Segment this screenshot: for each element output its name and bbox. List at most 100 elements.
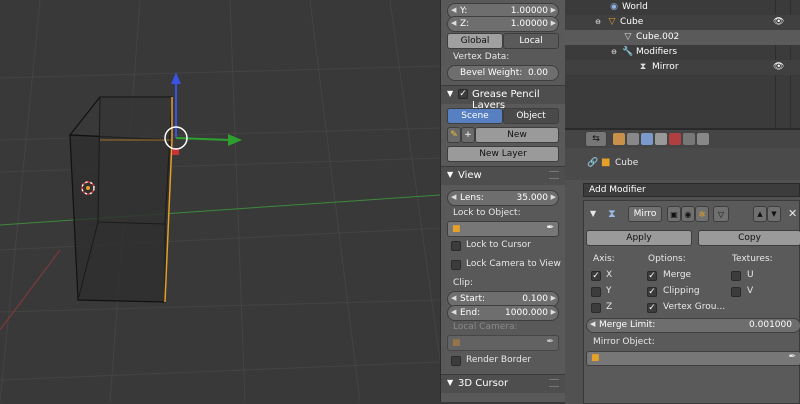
axis-x-label: X [606,270,613,280]
cube-object[interactable] [68,96,173,303]
decrement-icon[interactable]: ◀ [451,308,456,316]
expand-circle-icon[interactable]: ⊖ [609,47,619,57]
texture-u-checkbox[interactable] [731,271,741,281]
add-modifier-dropdown[interactable]: Add Modifier [583,183,800,197]
panel-title: View [458,170,482,181]
editor-type-icon[interactable]: ⇆ [585,131,607,147]
scene-tab-icon[interactable] [627,133,639,145]
material-tab-icon[interactable] [669,133,681,145]
physics-tab-icon[interactable] [697,133,709,145]
field-value: 35.000 [516,193,549,203]
lock-object-field[interactable]: ■ ✒ [447,221,559,237]
pencil-icon[interactable]: ✎ [447,127,461,143]
axis-y-checkbox[interactable] [591,287,601,297]
axis-z-checkbox[interactable] [591,303,601,313]
collapse-triangle-icon[interactable]: ▼ [590,209,596,218]
outliner-label: Cube.002 [636,32,680,42]
axis-label: Axis: [593,254,615,264]
wrench-icon: 🔧 [622,47,634,57]
expand-circle-icon[interactable]: ⊖ [593,17,603,27]
render-border-checkbox[interactable] [451,356,461,366]
modifier-name-field[interactable]: Mirro [628,206,662,222]
outliner-row-cube[interactable]: ⊖ ▽ Cube 👁 [565,15,800,30]
clip-end-field[interactable]: ◀ End: 1000.000 ▶ [447,305,559,321]
increment-icon[interactable]: ▶ [551,294,556,302]
outliner-label: Cube [620,17,644,27]
editmode-icon[interactable]: ✲ [695,206,709,222]
apply-button[interactable]: Apply [586,230,692,246]
3d-viewport[interactable] [0,0,440,402]
data-tab-icon[interactable] [655,133,667,145]
increment-icon[interactable]: ▶ [551,308,556,316]
scene-button[interactable]: Scene [447,108,503,124]
transform-gizmo[interactable] [164,72,242,155]
texture-v-label: V [747,286,754,296]
render-border-label: Render Border [466,355,532,365]
eyedropper-icon: ✒ [546,337,554,347]
outliner-row-cube002[interactable]: ▽ Cube.002 [565,30,800,45]
mirror-modifier-icon: ⧗ [608,207,616,220]
field-label: Start: [460,294,486,304]
on-cage-icon[interactable]: ▽ [713,206,729,222]
render-tab-icon[interactable] [613,133,625,145]
decrement-icon[interactable]: ◀ [590,320,595,328]
eye-icon[interactable]: 👁 [773,62,784,72]
mirror-modifier-panel: ▼ ⧗ Mirro ▣ ◉ ✲ ▽ ▲ ▼ ✕ Apply Copy Axis:… [583,200,800,404]
grease-pencil-header[interactable]: ▼ ✓ Grease Pencil Layers [441,85,565,111]
new-layer-button[interactable]: New Layer [447,146,559,162]
viewport-canvas[interactable] [0,0,440,402]
axis-x-checkbox[interactable]: ✓ [591,271,601,281]
increment-icon[interactable]: ▶ [551,19,556,27]
object-button[interactable]: Object [503,108,559,124]
collapse-triangle-icon[interactable]: ▼ [447,89,453,98]
local-button[interactable]: Local [503,33,559,49]
move-up-icon[interactable]: ▲ [753,206,767,222]
decrement-icon[interactable]: ◀ [451,6,456,14]
collapse-triangle-icon[interactable]: ▼ [447,170,453,179]
3d-cursor-panel-header[interactable]: ▼ 3D Cursor [441,374,565,393]
eyedropper-icon[interactable]: ✒ [546,223,554,233]
bevel-weight-field[interactable]: Bevel Weight: 0.00 [447,65,559,81]
scale-z-field[interactable]: ◀ Z: 1.00000 ▶ [447,16,559,32]
lock-to-cursor-checkbox[interactable] [451,241,461,251]
outliner-row-world[interactable]: ◉ World [565,0,800,15]
viewport-eye-icon[interactable]: ◉ [681,206,695,222]
lock-camera-checkbox[interactable] [451,260,461,270]
render-toggle-icon[interactable]: ▣ [667,206,681,222]
modifier-tab-icon[interactable] [641,133,653,145]
copy-button[interactable]: Copy [698,230,800,246]
global-button[interactable]: Global [447,33,503,49]
texture-tab-icon[interactable] [683,133,695,145]
mesh-object-icon: ▽ [608,17,616,27]
move-down-icon[interactable]: ▼ [767,206,781,222]
mirror-modifier-icon: ⧗ [639,62,647,72]
axis-y-label: Y [606,286,612,296]
merge-limit-field[interactable]: ◀ Merge Limit: 0.001000 [586,318,800,333]
lens-field[interactable]: ◀ Lens: 35.000 ▶ [447,190,559,206]
outliner-row-modifiers[interactable]: ⊖ 🔧 Modifiers [565,45,800,60]
increment-icon[interactable]: ▶ [551,193,556,201]
view-panel-header[interactable]: ▼ View [441,166,565,185]
clipping-checkbox[interactable]: ✓ [647,287,657,297]
add-icon[interactable]: + [461,127,475,143]
close-icon[interactable]: ✕ [788,207,797,220]
decrement-icon[interactable]: ◀ [451,193,456,201]
pin-icon[interactable]: 🔗 [587,158,598,168]
collapse-triangle-icon[interactable]: ▼ [447,378,453,387]
outliner-row-mirror[interactable]: ⧗ Mirror 👁 [565,60,800,75]
decrement-icon[interactable]: ◀ [451,19,456,27]
object-cube-icon: ■ [601,157,611,168]
merge-checkbox[interactable]: ✓ [647,271,657,281]
texture-v-checkbox[interactable] [731,287,741,297]
grease-pencil-checkbox[interactable]: ✓ [458,89,468,99]
decrement-icon[interactable]: ◀ [451,294,456,302]
drag-grip-icon[interactable] [549,171,559,179]
mirror-object-field[interactable]: ■ ✒ [586,351,800,366]
eyedropper-icon[interactable]: ✒ [788,352,796,362]
properties-editor: ⇆ 🔗 ■ Cube Add Modifier ▼ ⧗ Mirro ▣ ◉ ✲ … [565,128,800,404]
new-button[interactable]: New [475,127,559,143]
drag-grip-icon[interactable] [549,379,559,387]
eye-icon[interactable]: 👁 [773,17,784,27]
vertex-groups-checkbox[interactable]: ✓ [647,303,657,313]
increment-icon[interactable]: ▶ [551,6,556,14]
